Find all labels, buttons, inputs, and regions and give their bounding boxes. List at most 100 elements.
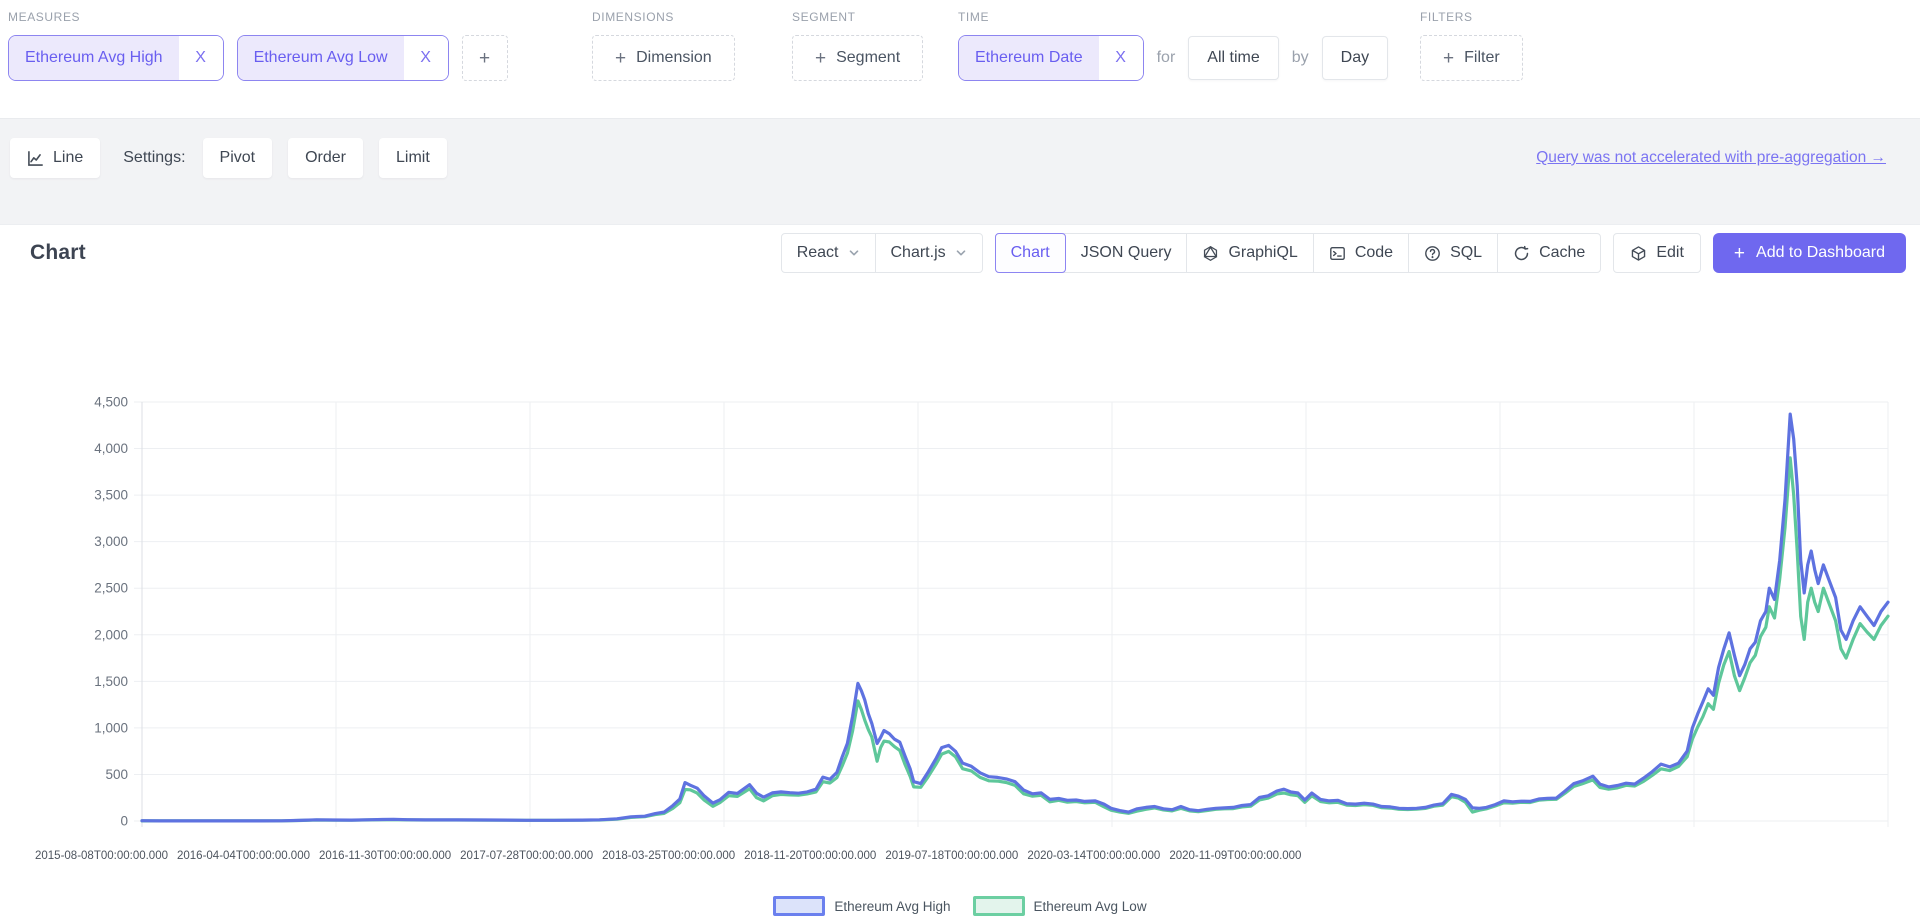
- measure-chip[interactable]: Ethereum Avg High X: [8, 35, 224, 81]
- time-group: TIME Ethereum Date X for All time by Day: [958, 10, 1388, 81]
- add-filter-button[interactable]: + Filter: [1420, 35, 1523, 81]
- x-axis-tick-label: 2020-11-09T00:00:00.000: [1169, 850, 1301, 862]
- add-dimension-label: Dimension: [636, 49, 712, 67]
- filters-label: FILTERS: [1420, 10, 1523, 24]
- measure-chip-label: Ethereum Avg Low: [238, 36, 404, 80]
- add-dimension-button[interactable]: + Dimension: [592, 35, 735, 81]
- remove-time-dimension-button[interactable]: X: [1099, 36, 1143, 80]
- for-label: for: [1157, 49, 1176, 67]
- plus-icon: +: [615, 49, 626, 68]
- svg-text:0: 0: [120, 814, 128, 829]
- x-axis-tick-label: 2018-03-25T00:00:00.000: [602, 850, 735, 862]
- chevron-down-icon: [848, 247, 860, 259]
- legend-item-ethereum-avg-high[interactable]: Ethereum Avg High: [773, 896, 950, 916]
- plus-icon: +: [1443, 49, 1454, 68]
- preaggregation-link[interactable]: Query was not accelerated with pre-aggre…: [1536, 149, 1886, 167]
- settings-buttons: Pivot Order Limit: [203, 138, 447, 178]
- measures-controls: Ethereum Avg High X Ethereum Avg Low X +: [8, 35, 508, 81]
- x-axis-tick-label: 2016-11-30T00:00:00.000: [319, 850, 451, 862]
- time-dimension-chip[interactable]: Ethereum Date X: [958, 35, 1144, 81]
- by-label: by: [1292, 49, 1309, 67]
- terminal-icon: [1329, 245, 1346, 262]
- segment-label: SEGMENT: [792, 10, 923, 24]
- x-axis-tick-label: 2017-07-28T00:00:00.000: [460, 850, 593, 862]
- remove-measure-button[interactable]: X: [179, 36, 223, 80]
- svg-text:3,000: 3,000: [94, 534, 128, 549]
- refresh-icon: [1513, 245, 1530, 262]
- graphql-icon: [1202, 245, 1219, 262]
- settings-label: Settings:: [123, 149, 185, 167]
- chart-type-button[interactable]: Line: [10, 138, 100, 178]
- close-icon: X: [195, 49, 206, 67]
- add-segment-button[interactable]: + Segment: [792, 35, 923, 81]
- framework-dropdown[interactable]: React: [782, 234, 875, 272]
- legend-item-ethereum-avg-low[interactable]: Ethereum Avg Low: [973, 896, 1147, 916]
- svg-text:2,000: 2,000: [94, 627, 128, 642]
- close-icon: X: [1115, 49, 1126, 67]
- add-to-dashboard-label: Add to Dashboard: [1756, 244, 1885, 262]
- x-axis-tick-label: 2020-03-14T00:00:00.000: [1027, 850, 1160, 862]
- tab-code[interactable]: Code: [1313, 234, 1408, 272]
- add-to-dashboard-button[interactable]: + Add to Dashboard: [1713, 233, 1906, 273]
- query-builder-bar: MEASURES Ethereum Avg HighXEthereum Avg …: [0, 0, 1920, 118]
- legend-swatch: [773, 896, 825, 916]
- granularity-button[interactable]: Day: [1322, 36, 1388, 80]
- measure-chip-label: Ethereum Avg High: [9, 36, 179, 80]
- x-axis-tick-label: 2015-08-08T00:00:00.000: [35, 850, 168, 862]
- plus-icon: +: [815, 49, 826, 68]
- settings-order-button[interactable]: Order: [288, 138, 363, 178]
- chart-header: Chart ReactChart.js ChartJSON QueryGraph…: [30, 233, 1906, 273]
- toolbar: Line Settings: Pivot Order Limit Query was…: [0, 118, 1920, 225]
- chart-type-label: Line: [53, 149, 83, 167]
- settings-pivot-button[interactable]: Pivot: [203, 138, 273, 178]
- legend-label: Ethereum Avg High: [834, 899, 950, 914]
- framework-library-dropdowns: ReactChart.js: [781, 233, 983, 273]
- cube-icon: [1630, 245, 1647, 262]
- remove-measure-button[interactable]: X: [404, 36, 448, 80]
- x-axis-tick-label: 2019-07-18T00:00:00.000: [885, 850, 1018, 862]
- dimensions-group: DIMENSIONS + Dimension: [592, 10, 735, 81]
- chevron-down-icon: [955, 247, 967, 259]
- chart-card: Chart ReactChart.js ChartJSON QueryGraph…: [0, 225, 1920, 842]
- edit-button[interactable]: Edit: [1613, 233, 1701, 273]
- plus-icon: +: [1734, 244, 1745, 263]
- edit-label: Edit: [1656, 244, 1684, 262]
- svg-text:3,500: 3,500: [94, 488, 128, 503]
- filters-group: FILTERS + Filter: [1420, 10, 1523, 81]
- tab-cache[interactable]: Cache: [1497, 234, 1600, 272]
- tab-chart[interactable]: Chart: [995, 233, 1066, 273]
- chart-header-controls: ReactChart.js ChartJSON QueryGraphiQLCod…: [781, 233, 1906, 273]
- x-axis-tick-label: 2016-04-04T00:00:00.000: [177, 850, 310, 862]
- legend-label: Ethereum Avg Low: [1034, 899, 1147, 914]
- dimensions-label: DIMENSIONS: [592, 10, 735, 24]
- svg-text:4,500: 4,500: [94, 395, 128, 410]
- chart-plot-region: 05001,0001,5002,0002,5003,0003,5004,0004…: [0, 305, 1920, 842]
- measures-label: MEASURES: [8, 10, 508, 24]
- settings-limit-button[interactable]: Limit: [379, 138, 447, 178]
- series-ethereum-avg-high: [142, 414, 1888, 821]
- library-dropdown[interactable]: Chart.js: [875, 234, 982, 272]
- legend-swatch: [973, 896, 1025, 916]
- chart-legend: Ethereum Avg High Ethereum Avg Low: [0, 896, 1920, 916]
- add-measure-button[interactable]: +: [462, 35, 508, 81]
- segment-group: SEGMENT + Segment: [792, 10, 923, 81]
- svg-text:2,500: 2,500: [94, 581, 128, 596]
- tab-sql[interactable]: SQL: [1408, 234, 1497, 272]
- time-chip-label: Ethereum Date: [959, 36, 1099, 80]
- chart-tab-group: ChartJSON QueryGraphiQLCodeSQLCache: [995, 233, 1602, 273]
- question-icon: [1424, 245, 1441, 262]
- x-axis-labels: 2015-08-08T00:00:00.000 2016-04-04T00:00:…: [35, 850, 1301, 862]
- add-segment-label: Segment: [836, 49, 900, 67]
- tab-json-query[interactable]: JSON Query: [1066, 234, 1187, 272]
- chart-title: Chart: [30, 241, 86, 265]
- plus-icon: +: [479, 49, 490, 68]
- line-chart: 05001,0001,5002,0002,5003,0003,5004,0004…: [0, 305, 1920, 845]
- close-icon: X: [420, 49, 431, 67]
- date-range-button[interactable]: All time: [1188, 36, 1278, 80]
- svg-text:1,500: 1,500: [94, 674, 128, 689]
- series-ethereum-avg-low: [142, 458, 1888, 821]
- tab-graphiql[interactable]: GraphiQL: [1186, 234, 1312, 272]
- time-label: TIME: [958, 10, 1388, 24]
- svg-text:500: 500: [105, 767, 128, 782]
- measure-chip[interactable]: Ethereum Avg Low X: [237, 35, 449, 81]
